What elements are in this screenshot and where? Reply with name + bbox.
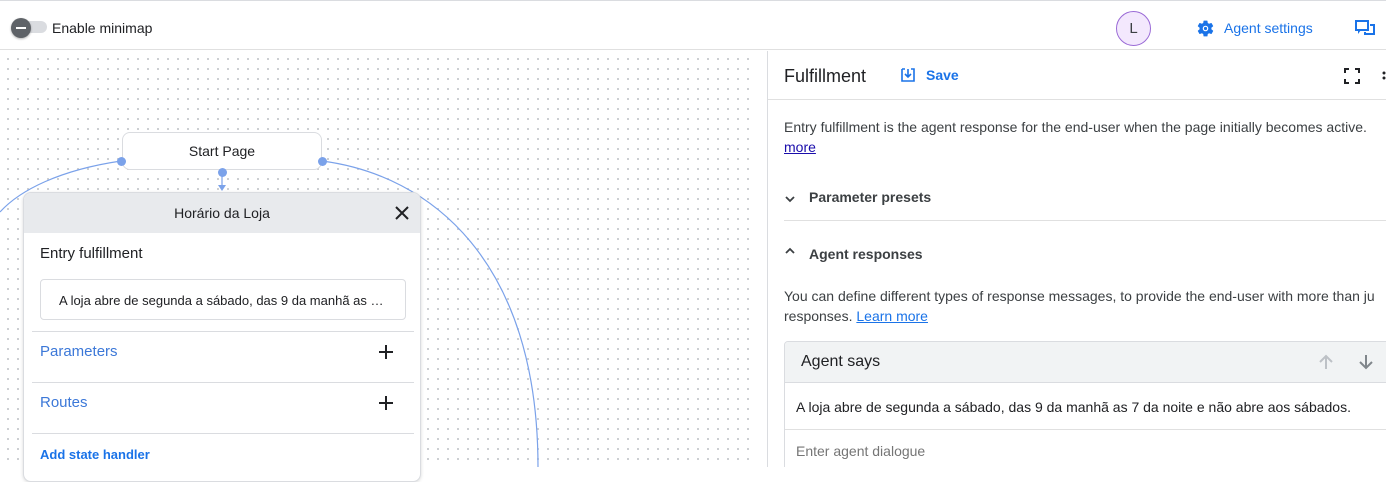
agent-says-header: Agent says (785, 342, 1386, 383)
parameter-presets-label: Parameter presets (809, 189, 932, 205)
start-node-right-port[interactable] (318, 157, 327, 166)
arrow-up-icon[interactable] (1317, 353, 1335, 371)
fulfillment-description-text: Entry fulfillment is the agent response … (784, 119, 1367, 135)
save-icon (901, 68, 915, 82)
save-label: Save (926, 67, 959, 83)
page-card-header[interactable]: Horário da Loja (24, 193, 420, 233)
agent-says-card: Agent says A loja abre de segunda a sába… (784, 341, 1386, 467)
close-icon[interactable] (393, 204, 411, 222)
agent-settings-label: Agent settings (1224, 20, 1313, 36)
start-node-bottom-port[interactable] (218, 168, 227, 177)
add-state-handler-link[interactable]: Add state handler (40, 447, 150, 462)
start-page-label: Start Page (188, 143, 256, 159)
routes-label[interactable]: Routes (40, 394, 88, 411)
avatar[interactable]: L (1116, 11, 1151, 46)
more-vert-icon[interactable] (1382, 69, 1386, 85)
page-card: Horário da Loja Entry fulfillment A loja… (23, 192, 421, 482)
fulfillment-description: Entry fulfillment is the agent response … (784, 117, 1386, 157)
routes-row[interactable]: Routes (32, 382, 414, 433)
agent-says-divider (785, 429, 1386, 430)
fulfillment-panel: Fulfillment Save Entry fulfillment is th… (767, 51, 1386, 467)
arrow-down-icon[interactable] (1357, 353, 1375, 371)
panel-header: Fulfillment Save (768, 51, 1386, 100)
agent-says-message[interactable]: A loja abre de segunda a sábado, das 9 d… (796, 399, 1351, 415)
start-page-node[interactable]: Start Page (122, 132, 322, 170)
add-parameter-icon[interactable] (378, 344, 394, 360)
parameters-label[interactable]: Parameters (40, 343, 118, 360)
responses-description-text: You can define different types of respon… (784, 288, 1375, 304)
section-divider (784, 220, 1386, 221)
agent-says-title: Agent says (801, 353, 881, 370)
agent-responses-label: Agent responses (809, 246, 923, 262)
learn-more-link[interactable]: more (784, 139, 816, 155)
panel-title: Fulfillment (784, 66, 867, 86)
edge-arrowhead (218, 185, 226, 191)
responses-learn-more-link[interactable]: Learn more (856, 308, 928, 324)
chat-icon[interactable] (1355, 19, 1375, 37)
parameters-row[interactable]: Parameters (32, 331, 414, 382)
entry-fulfillment-preview[interactable]: A loja abre de segunda a sábado, das 9 d… (40, 279, 406, 320)
gear-icon (1197, 20, 1214, 36)
chevron-down-icon (785, 196, 795, 203)
parameter-presets-section[interactable]: Parameter presets (784, 169, 1386, 225)
add-route-icon[interactable] (378, 395, 394, 411)
start-node-left-port[interactable] (117, 157, 126, 166)
responses-description: You can define different types of respon… (784, 286, 1386, 326)
responses-description-cont: responses. (784, 308, 853, 324)
fullscreen-icon[interactable] (1344, 68, 1360, 84)
chevron-up-icon (785, 247, 795, 254)
entry-fulfillment-heading: Entry fulfillment (40, 245, 143, 262)
agent-dialogue-input[interactable] (796, 443, 1356, 459)
save-button[interactable]: Save (900, 67, 959, 83)
agent-settings-button[interactable]: Agent settings (1196, 18, 1313, 38)
agent-responses-section[interactable]: Agent responses (784, 226, 1386, 282)
page-card-title: Horário da Loja (174, 205, 270, 221)
